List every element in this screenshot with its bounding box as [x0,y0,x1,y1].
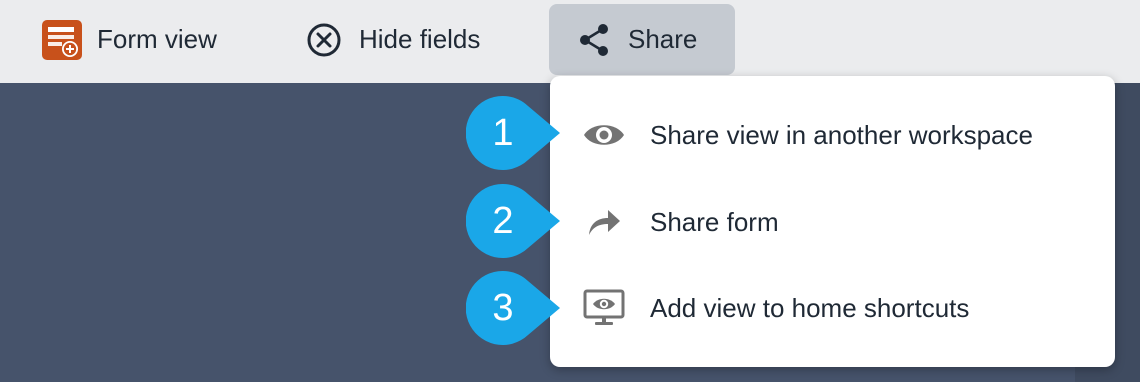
share-button[interactable]: Share [549,4,735,75]
callout-badge: 2 [466,184,562,258]
eye-icon [582,113,626,157]
share-label: Share [628,24,698,54]
callout-badge: 1 [466,96,562,170]
share-menu: Share view in another workspace Share fo… [550,76,1115,367]
menu-item-share-form[interactable]: Share form [550,182,1115,262]
share-icon [577,22,611,58]
monitor-eye-icon [582,286,626,330]
form-view-label: Form view [97,24,217,54]
form-view-icon [42,19,82,60]
menu-item-share-view-workspace[interactable]: Share view in another workspace [550,95,1115,175]
circle-x-icon [306,22,342,58]
toolbar: Form view Hide fields Share [0,0,1140,83]
form-view-button[interactable]: Form view [42,4,217,75]
callout-number: 1 [492,111,514,154]
callout-number: 3 [492,286,514,329]
menu-item-label: Share view in another workspace [650,119,1033,150]
menu-item-label: Share form [650,206,779,237]
hide-fields-label: Hide fields [359,24,481,54]
forward-arrow-icon [582,200,626,244]
menu-item-add-home-shortcut[interactable]: Add view to home shortcuts [550,268,1115,348]
callout-badge: 3 [466,271,562,345]
menu-item-label: Add view to home shortcuts [650,292,970,323]
hide-fields-button[interactable]: Hide fields [306,4,480,75]
callout-number: 2 [492,199,514,242]
